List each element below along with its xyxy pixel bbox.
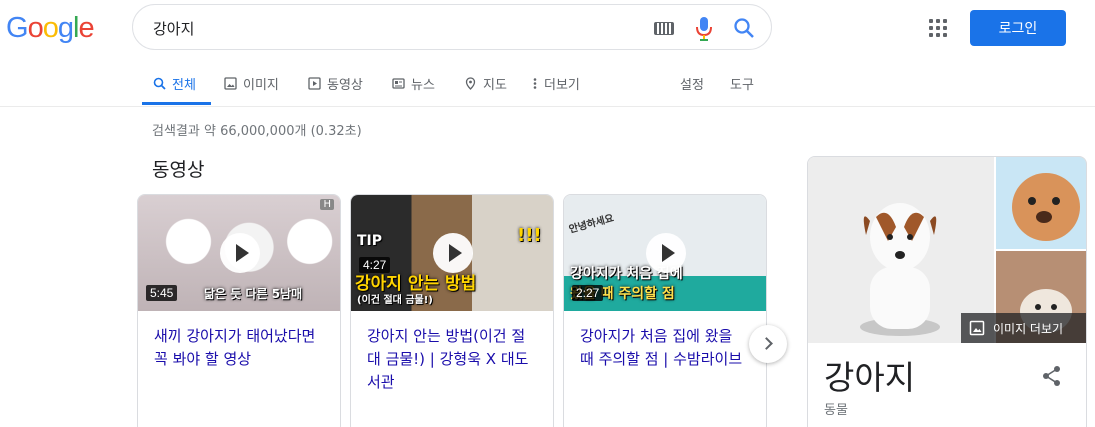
play-icon[interactable] — [220, 233, 260, 273]
kp-subtitle: 동물 — [824, 403, 848, 418]
thumb-tip: TIP — [357, 233, 383, 249]
videos-section-title: 동영상 — [152, 159, 205, 181]
video-title[interactable]: 새끼 강아지가 태어났다면 꼭 봐야 할 영상 — [138, 311, 340, 371]
logo-letter: o — [42, 12, 59, 44]
tab-label: 전체 — [172, 77, 196, 93]
more-images-button[interactable]: 이미지 더보기 — [961, 313, 1086, 343]
search-tabs: 전체 이미지 동영상 뉴스 지도 더보기 설정 도구 — [0, 60, 1095, 107]
more-images-label: 이미지 더보기 — [993, 321, 1064, 336]
microphone-icon[interactable] — [696, 16, 712, 42]
tab-label: 도구 — [730, 77, 754, 93]
google-logo[interactable]: Google — [6, 12, 95, 45]
tab-tools[interactable]: 도구 — [730, 74, 754, 93]
logo-letter: g — [57, 12, 74, 44]
result-stats: 검색결과 약 66,000,000개 (0.32초) — [152, 124, 362, 139]
tab-images[interactable]: 이미지 — [224, 74, 279, 93]
keyboard-icon[interactable] — [654, 22, 674, 35]
kp-title: 강아지 — [824, 358, 916, 397]
tab-label: 동영상 — [327, 77, 363, 93]
tab-videos[interactable]: 동영상 — [308, 74, 363, 93]
knowledge-panel: 이미지 더보기 강아지 동물 — [807, 156, 1087, 427]
thumb-sub: (이건 절대 금물!) — [357, 295, 433, 306]
video-duration: 2:27 — [572, 285, 604, 301]
dog-photo-icon — [996, 157, 1086, 249]
more-vert-icon — [533, 77, 537, 89]
tab-all[interactable]: 전체 — [153, 74, 196, 93]
video-thumbnail[interactable]: H 닮은 듯 다른 5남매 5:45 — [138, 195, 340, 311]
play-icon[interactable] — [646, 233, 686, 273]
apps-grid-icon[interactable] — [929, 19, 947, 37]
search-box[interactable]: 강아지 — [132, 4, 772, 50]
video-card[interactable]: TIP !!! 강아지 안는 방법 (이건 절대 금물!) 4:27 강아지 안… — [350, 194, 554, 427]
tab-settings[interactable]: 설정 — [680, 74, 704, 93]
kp-side-image[interactable] — [996, 157, 1086, 249]
video-duration: 5:45 — [146, 285, 178, 301]
search-icon — [153, 77, 166, 90]
share-icon[interactable] — [1042, 365, 1062, 387]
video-title[interactable]: 강아지가 처음 집에 왔을 때 주의할 점 | 수밤라이브 — [564, 311, 766, 371]
image-icon — [969, 320, 985, 336]
video-icon — [308, 76, 321, 90]
thumb-badge: H — [320, 199, 334, 210]
tab-more[interactable]: 더보기 — [532, 74, 580, 93]
tab-label: 더보기 — [544, 77, 580, 93]
tab-label: 뉴스 — [411, 77, 435, 93]
tab-label: 이미지 — [243, 77, 279, 93]
map-pin-icon — [465, 76, 476, 90]
search-input[interactable]: 강아지 — [153, 18, 194, 39]
tab-maps[interactable]: 지도 — [464, 74, 507, 93]
search-icon[interactable] — [733, 17, 755, 39]
play-icon[interactable] — [433, 233, 473, 273]
video-thumbnail[interactable]: 안녕하세요 강아지가 처음 집에 왔을 때 주의할 점 2:27 — [564, 195, 766, 311]
logo-letter: G — [6, 12, 29, 44]
active-tab-indicator — [142, 102, 211, 105]
video-card[interactable]: H 닮은 듯 다른 5남매 5:45 새끼 강아지가 태어났다면 꼭 봐야 할 … — [137, 194, 341, 427]
thumb-hello: 안녕하세요 — [567, 213, 616, 236]
video-card[interactable]: 안녕하세요 강아지가 처음 집에 왔을 때 주의할 점 2:27 강아지가 처음… — [563, 194, 767, 427]
tab-label: 지도 — [483, 77, 507, 93]
tab-label: 설정 — [680, 77, 704, 93]
carousel-next-button[interactable] — [749, 325, 787, 363]
news-icon — [392, 77, 405, 89]
thumb-caption: 닮은 듯 다른 5남매 — [204, 287, 303, 301]
login-button[interactable]: 로그인 — [970, 10, 1066, 46]
tab-news[interactable]: 뉴스 — [392, 74, 435, 93]
video-title[interactable]: 강아지 안는 방법(이건 절대 금물!) | 강형욱 X 대도서관 — [351, 311, 553, 394]
video-duration: 4:27 — [359, 257, 391, 273]
logo-letter: e — [78, 12, 94, 44]
logo-letter: o — [27, 12, 44, 44]
video-thumbnail[interactable]: TIP !!! 강아지 안는 방법 (이건 절대 금물!) 4:27 — [351, 195, 553, 311]
thumb-mark: !!! — [517, 225, 542, 246]
image-icon — [224, 76, 237, 90]
